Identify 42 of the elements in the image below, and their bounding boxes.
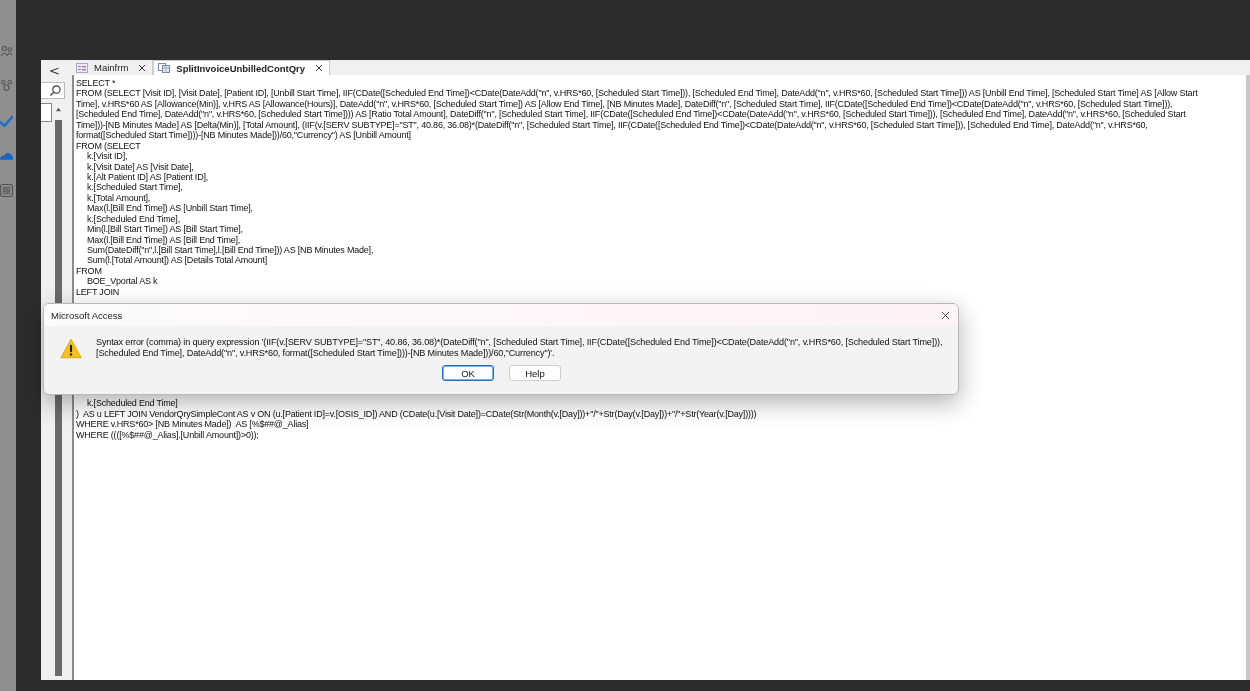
sql-line: Sum(DateDiff("n",l.[Bill Start Time],l.[Bill End Time])) AS [NB Minutes Made], [86, 245, 375, 256]
sql-line: LEFT JOIN [76, 286, 121, 298]
sql-line: WHERE ((([%$##@_Alias].[Unbill Amount])>0)); [76, 429, 260, 440]
sql-line: Min(l.[Bill Start Time]) AS [Bill Start Time], [86, 224, 244, 235]
dialog-button[interactable]: OK [442, 365, 494, 381]
error-message: Syntax error (comma) in query expression '(IIF(v.[SERV SUBTYPE]="ST", 40.86, 36.08)*(DateDiff("n", [Scheduled Start Time], IIF(CDate([Scheduled End Time])<CDate(DateAdd("n", v.HRS*60, [Scheduled Start Time])), [Scheduled End Time], DateAdd("n", v.HRS*60, format([Scheduled Start Time])))-[NB Minutes Made]))/60,"Currency")'. [96, 337, 944, 359]
close-icon[interactable] [941, 310, 950, 320]
search-field[interactable] [41, 82, 65, 99]
sql-line: k.[Total Amount], [86, 192, 152, 204]
sql-line: k.[Scheduled End Time], [86, 213, 181, 225]
sql-line: k.[Scheduled Start Time], [86, 182, 184, 193]
search-icon [50, 85, 61, 96]
document-tab[interactable]: SplitInvoiceUnbilledContQry [153, 60, 331, 75]
sql-line: Time], v.HRS*60 AS [Allowance(Min)], v.HRS AS [Allowance(Hours)], DateAdd("n", v.HRS*60, [Scheduled Start Time]) AS [Allow End Time], [NB Minutes Made], DateDiff("n", [Scheduled Start Time], IIF(CDate([Scheduled End Time])<CDate(DateAdd("n", v.HRS*60, [Scheduled Start Time])), [76, 98, 1174, 110]
collapse-button[interactable]: < [49, 62, 63, 78]
sql-line: SELECT * [76, 78, 117, 89]
tab-label: SplitInvoiceUnbilledContQry [176, 62, 306, 74]
sql-line: format([Scheduled Start Time])))-[NB Minutes Made]))/60,"Currency") AS [Unbill Amount] [76, 130, 412, 141]
sql-line: k.[Visit ID], [86, 151, 129, 162]
scroll-up-icon[interactable] [55, 107, 62, 112]
sql-line: [Scheduled End Time], DateAdd("n", v.HRS*60, [Scheduled Start Time]))) AS [Ratio Total Amount], DateDiff("n", [Scheduled Start Time], IIF(CDate([Scheduled End Time])<CDate(DateAdd("n", v.HRS*60, [Scheduled Start Time])), [Scheduled End Time], DateAdd("n", v.HRS*60, [Scheduled Start [76, 109, 1187, 120]
sql-line: FROM (SELECT [76, 140, 142, 152]
sql-line: k.[Alt Patient ID] AS [Patient ID], [86, 171, 210, 183]
sql-line: Max(l.[Bill End Time]) AS [Bill End Time], [86, 234, 242, 245]
warning-icon [60, 337, 82, 359]
query-icon [158, 63, 171, 73]
sql-line: Max(l.[Bill End Time]) AS [Unbill Start Time], [86, 203, 254, 214]
dialog-title: Microsoft Access [51, 309, 123, 321]
dialog-button[interactable]: Help [509, 365, 561, 381]
close-icon[interactable] [138, 63, 147, 72]
sql-line: k.[Visit Date] AS [Visit Date], [86, 161, 195, 172]
sql-line: Time]))-[NB Minutes Made] AS [Delta(Min)], [Total Amount], (IIF(v.[SERV SUBTYPE]="ST", 40.86, 36.08)*(DateDiff("n", [Scheduled Start Time], IIF(CDate([Scheduled End Time])<CDate(DateAdd("n", v.HRS*60, [Scheduled Start Time])), [Scheduled End Time], DateAdd("n", v.HRS*60, [76, 119, 1149, 131]
tab-label: Mainfrm [94, 62, 129, 73]
sql-line: FROM (SELECT [Visit ID], [Visit Date], [Patient ID], [Unbill Start Time], IIF(CDate([Scheduled End Time])<CDate(DateAdd("n", v.HRS*60, [Scheduled Start Time])), [Scheduled End Time], DateAdd("n", v.HRS*60, [Scheduled Start Time])) AS [Unbill End Time], [Scheduled Start Time] AS [Allow Start [76, 88, 1199, 99]
close-icon[interactable] [315, 64, 324, 72]
sql-line: ) AS u LEFT JOIN VendorQrySimpleCont AS v ON (u.[Patient ID]=v.[OSIS_ID]) AND (CDate(u.[Visit Date])=CDate(Str(Month(v.[Day]))+"/"+Str(Day(v.[Day]))+"/"+Str(Year(v.[Day])))) [76, 408, 758, 420]
sql-line: k.[Scheduled End Time] [86, 398, 179, 409]
sql-line: BOE_Vportal AS k [86, 276, 159, 287]
sql-line: Sum(l.[Total Amount]) AS [Details Total Amount] [86, 255, 269, 266]
sql-line: FROM [76, 265, 103, 277]
sql-line: WHERE v.HRS*60> [NB Minutes Made]) AS [%$##@_Alias] [76, 419, 310, 430]
check-icon[interactable] [0, 114, 13, 127]
